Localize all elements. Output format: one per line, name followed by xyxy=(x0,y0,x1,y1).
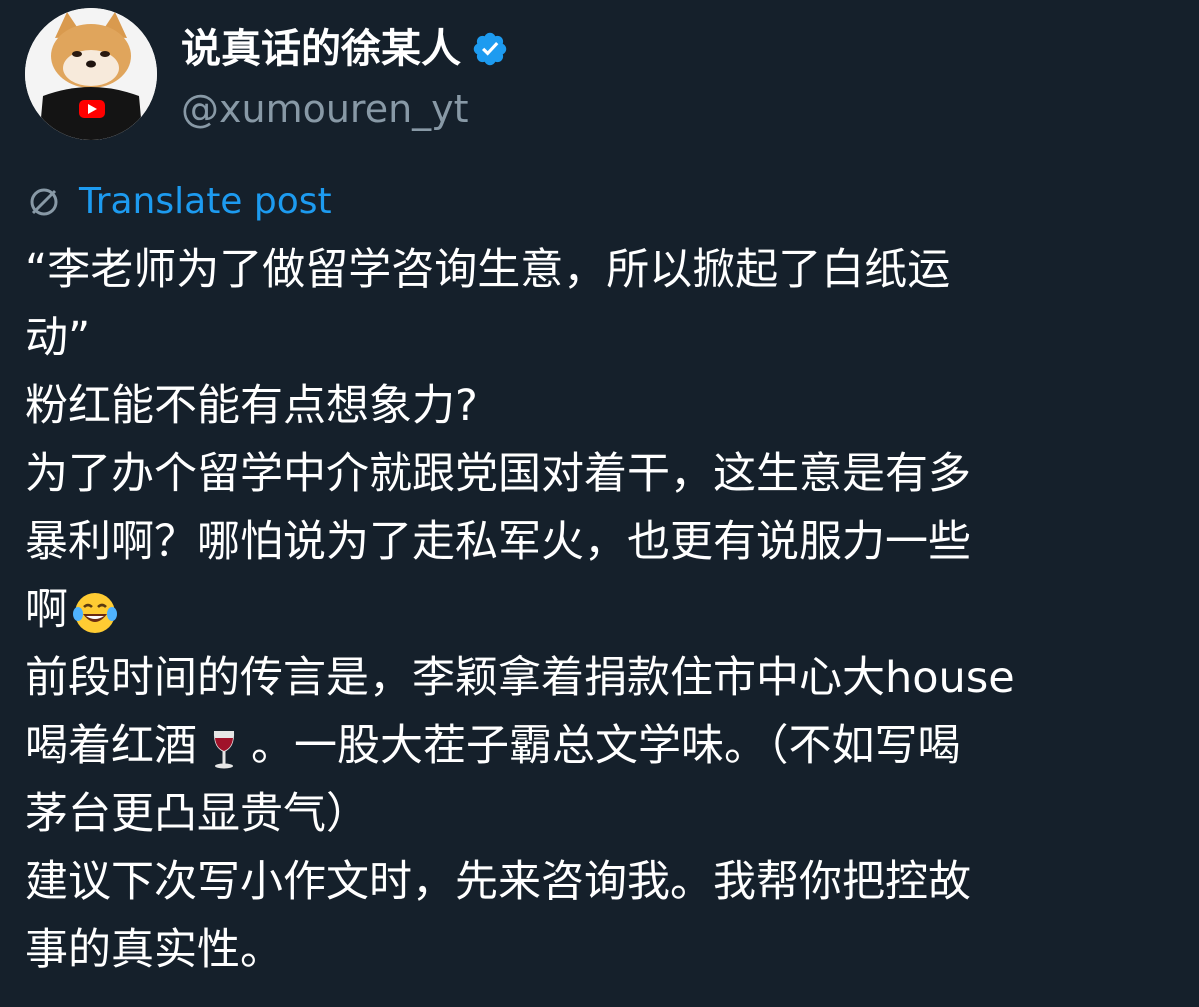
post-line: “李老师为了做留学咨询生意，所以掀起了白纸运 xyxy=(25,245,951,295)
post-line: 动” xyxy=(25,313,91,363)
post-text: “李老师为了做留学咨询生意，所以掀起了白纸运 动” 粉红能不能有点想象力? 为了… xyxy=(25,236,1185,984)
author-handle[interactable]: @xumouren_yt xyxy=(181,84,469,134)
post-line: 前段时间的传言是，李颖拿着捐款住市中心大house xyxy=(25,644,1185,712)
post-line-text: 。一股大茬子霸总文学味。（不如写喝 xyxy=(251,721,961,771)
verified-badge-icon xyxy=(473,32,507,66)
post-header: 说真话的徐某人 @xumouren_yt xyxy=(25,8,1175,143)
post-line: 建议下次写小作文时，先来咨询我。我帮你把控故 xyxy=(25,857,971,907)
translate-post-link[interactable]: Translate post xyxy=(25,178,332,226)
post-line: 喝着红酒 。一股大茬子霸总文学味。（不如写喝 xyxy=(25,712,1185,780)
post-line: 粉红能不能有点想象力? xyxy=(25,381,478,431)
face-with-tears-of-joy-icon xyxy=(73,592,117,633)
shiba-dog-avatar-icon xyxy=(25,8,157,140)
translate-post-label[interactable]: Translate post xyxy=(79,178,332,226)
author-avatar[interactable] xyxy=(25,8,157,140)
globe-icon xyxy=(30,188,58,216)
post-line: 啊 xyxy=(25,576,1185,644)
post-line-text: 前段时间的传言是，李颖拿着捐款住市中心大house xyxy=(25,653,1015,703)
post-line: 茅台更凸显贵气） xyxy=(25,789,369,839)
post-line: 为了办个留学中介就跟党国对着干，这生意是有多 xyxy=(25,449,971,499)
post-line: 暴利啊？哪怕说为了走私军火，也更有说服力一些 xyxy=(25,517,971,567)
author-name-row: 说真话的徐某人 xyxy=(181,24,509,74)
post-line-text: 啊 xyxy=(25,585,68,635)
post-line: 事的真实性。 xyxy=(25,925,283,975)
post-line-text: 喝着红酒 xyxy=(25,721,197,771)
wine-glass-icon xyxy=(213,730,235,768)
author-display-name[interactable]: 说真话的徐某人 xyxy=(181,24,461,74)
